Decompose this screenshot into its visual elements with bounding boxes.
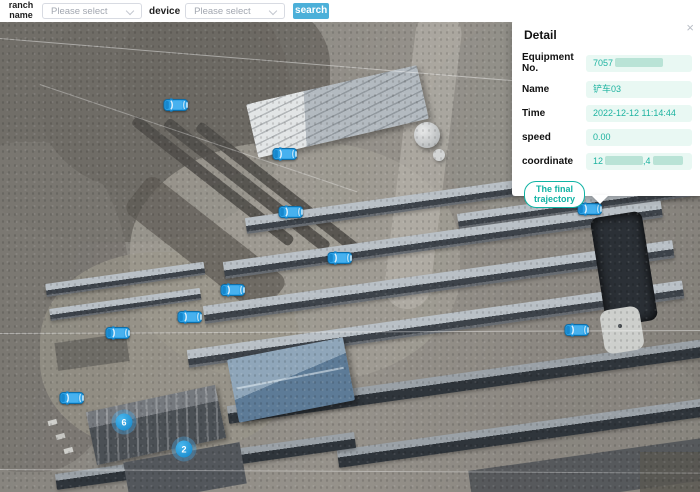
redacted-value (653, 156, 683, 165)
ranch-select-placeholder: Please select (43, 6, 108, 17)
vehicle-marker[interactable] (278, 205, 304, 219)
time-value: 2022-12-12 11:14:44 (586, 105, 692, 122)
detail-row-speed: speed 0.00 (520, 129, 692, 146)
vehicle-marker[interactable] (163, 98, 189, 112)
speed-label: speed (520, 132, 586, 143)
equipment-no-label: Equipment No. (520, 52, 586, 74)
coordinate-value: 12,4 (586, 153, 692, 170)
vehicle-marker[interactable] (220, 283, 246, 297)
close-icon[interactable]: × (686, 21, 694, 34)
redacted-value (615, 58, 663, 67)
vehicle-marker[interactable] (327, 251, 353, 265)
search-button[interactable]: search (293, 3, 329, 19)
vehicle-marker[interactable] (59, 391, 85, 405)
detail-popup: × Detail Equipment No. 7057 Name 铲车03 Ti… (512, 20, 700, 196)
name-value: 铲车03 (586, 81, 692, 98)
ranch-select[interactable]: Please select (42, 3, 142, 19)
device-select-placeholder: Please select (186, 6, 251, 17)
name-label: Name (520, 84, 586, 95)
equipment-no-value: 7057 (586, 55, 692, 72)
detail-row-equipment: Equipment No. 7057 (520, 52, 692, 74)
time-label: Time (520, 108, 586, 119)
detail-row-name: Name 铲车03 (520, 81, 692, 98)
popup-pointer (591, 195, 609, 204)
toolbar: ranch name Please select device Please s… (0, 0, 700, 22)
vehicle-marker[interactable] (105, 326, 131, 340)
cluster-marker[interactable]: 6 (116, 414, 133, 431)
cluster-marker[interactable]: 2 (176, 441, 193, 458)
vehicle-marker[interactable] (177, 310, 203, 324)
detail-row-time: Time 2022-12-12 11:14:44 (520, 105, 692, 122)
detail-row-coordinate: coordinate 12,4 (520, 153, 692, 170)
chevron-down-icon (126, 7, 134, 15)
ranch-name-label: ranch name (6, 1, 36, 21)
coordinate-label: coordinate (520, 156, 586, 167)
detail-title: Detail (524, 28, 692, 42)
vehicle-marker[interactable] (564, 323, 590, 337)
final-trajectory-button[interactable]: The final trajectory (524, 181, 585, 208)
redacted-value (605, 156, 643, 165)
app-screen: ranch name Please select device Please s… (0, 0, 700, 492)
ranch-name-line2: name (6, 11, 36, 21)
chevron-down-icon (269, 7, 277, 15)
vehicle-marker[interactable] (272, 147, 298, 161)
speed-value: 0.00 (586, 129, 692, 146)
device-select[interactable]: Please select (185, 3, 285, 19)
device-label: device (149, 6, 180, 17)
